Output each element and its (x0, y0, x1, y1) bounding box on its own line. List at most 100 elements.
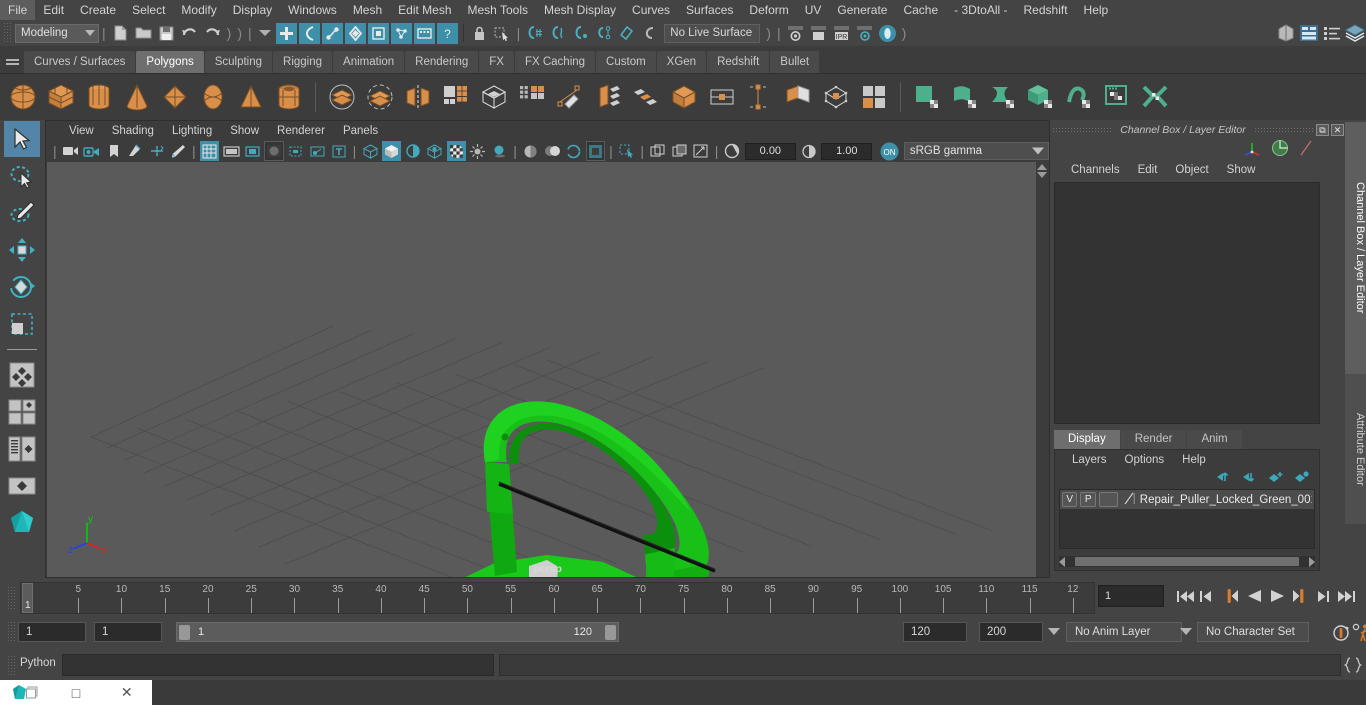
select-by-hierarchy-icon[interactable] (276, 23, 297, 44)
animation-end-time-field[interactable]: 200 (979, 622, 1043, 642)
select-mask-deformations-icon[interactable] (368, 23, 389, 44)
render-settings-icon[interactable] (854, 23, 875, 44)
hypershade-icon[interactable] (877, 23, 898, 44)
live-surface-field[interactable]: No Live Surface (664, 24, 760, 43)
shelf-tab-custom[interactable]: Custom (596, 51, 656, 73)
sphere-manipulator-icon[interactable] (1271, 139, 1289, 160)
paint-select-tool-button[interactable] (4, 195, 40, 231)
3d-viewport[interactable]: y x z persp (47, 162, 1048, 577)
minimize-button[interactable]: □ (51, 685, 102, 701)
panel-drag-grip-right[interactable] (1254, 127, 1314, 134)
bevel-icon[interactable] (629, 79, 663, 115)
viewport-menu-renderer[interactable]: Renderer (268, 125, 334, 137)
undo-icon[interactable] (179, 23, 200, 44)
select-by-object-type-icon[interactable] (299, 23, 320, 44)
menu-item-windows[interactable]: Windows (280, 0, 345, 20)
move-layer-down-icon[interactable] (1242, 471, 1257, 486)
ipr-render-icon[interactable]: IPR (831, 23, 852, 44)
smooth-shading-icon[interactable] (382, 141, 402, 161)
xray-joints-icon[interactable] (648, 141, 668, 161)
pencil-tool-icon[interactable] (168, 141, 188, 161)
smooth-tool-icon[interactable] (1062, 79, 1096, 115)
layer-editor-tab-render[interactable]: Render (1121, 430, 1187, 449)
color-management-toggle-icon[interactable]: ON (879, 141, 899, 161)
extrude-icon[interactable] (591, 79, 625, 115)
menu-item-curves[interactable]: Curves (624, 0, 678, 20)
animation-preferences-button[interactable] (1352, 623, 1366, 645)
sculpt-settings-icon[interactable] (1100, 79, 1134, 115)
toggle-model-panel-icon[interactable] (1275, 23, 1296, 44)
side-tab-attribute-editor[interactable]: Attribute Editor (1345, 374, 1366, 524)
status-line-grip[interactable] (3, 22, 12, 44)
menu-item-generate[interactable]: Generate (829, 0, 895, 20)
viewport-scrollbar[interactable] (1036, 162, 1048, 577)
polygon-cylinder-icon[interactable] (82, 79, 116, 115)
menu-item-mesh[interactable]: Mesh (345, 0, 390, 20)
toggle-attribute-editor-icon[interactable] (1298, 23, 1319, 44)
time-slider-track[interactable]: 5101520253035404550556065707580859095100… (20, 582, 1095, 614)
app-icon[interactable] (0, 684, 51, 701)
shelf-tab-rigging[interactable]: Rigging (273, 51, 332, 73)
viewport-menu-show[interactable]: Show (221, 125, 268, 137)
depth-of-field-icon[interactable] (586, 141, 606, 161)
script-editor-button[interactable] (1344, 656, 1362, 674)
viewport-menu-lighting[interactable]: Lighting (163, 125, 221, 137)
mirror-geometry-icon[interactable] (401, 79, 435, 115)
snap-to-projected-center-icon[interactable] (593, 23, 614, 44)
select-mask-rendering-icon[interactable] (414, 23, 435, 44)
film-gate-icon[interactable] (221, 141, 241, 161)
character-set-dropdown-icon[interactable] (1180, 628, 1192, 635)
playback-end-time-field[interactable]: 120 (903, 622, 967, 642)
shelf-tab-animation[interactable]: Animation (333, 51, 404, 73)
shadows-icon[interactable] (490, 141, 510, 161)
polygon-cone-icon[interactable] (120, 79, 154, 115)
channel-box-menu-channels[interactable]: Channels (1062, 164, 1129, 176)
layer-playback-toggle[interactable]: P (1080, 492, 1095, 507)
viewport-menu-panels[interactable]: Panels (334, 125, 387, 137)
menu-item-edit-mesh[interactable]: Edit Mesh (390, 0, 459, 20)
gamma-value-field[interactable]: 1.00 (821, 143, 872, 160)
exposure-control-icon[interactable] (286, 141, 306, 161)
range-end-handle[interactable] (605, 625, 616, 640)
current-frame-field[interactable]: 1 (1098, 585, 1164, 607)
layer-list[interactable]: V P Repair_Puller_Locked_Green_001_laye (1059, 489, 1315, 549)
scroll-left-arrow-icon[interactable] (1059, 557, 1065, 567)
shelf-tab-fx[interactable]: FX (479, 51, 514, 73)
menu-item-deform[interactable]: Deform (741, 0, 796, 20)
select-by-component-icon[interactable] (322, 23, 343, 44)
polygon-pyramid-icon[interactable] (234, 79, 268, 115)
camera-attributes-icon[interactable] (82, 141, 102, 161)
create-empty-layer-icon[interactable] (1268, 471, 1283, 486)
flood-tool-icon[interactable] (1138, 79, 1172, 115)
create-layer-from-selected-icon[interactable] (1294, 471, 1309, 486)
manipulator-axis-icon[interactable] (1244, 140, 1262, 159)
create-polygon-tool-icon[interactable] (553, 79, 587, 115)
polygon-pipe-icon[interactable] (272, 79, 306, 115)
textured-shading-icon[interactable] (447, 141, 467, 161)
new-scene-icon[interactable] (110, 23, 131, 44)
layer-editor-tab-anim[interactable]: Anim (1187, 430, 1241, 449)
play-forwards-button[interactable] (1267, 584, 1287, 608)
scroll-right-arrow-icon[interactable] (1309, 557, 1315, 567)
use-default-light-icon[interactable] (468, 141, 488, 161)
viewport-menu-view[interactable]: View (60, 125, 103, 137)
make-live-icon[interactable] (639, 23, 660, 44)
open-scene-icon[interactable] (133, 23, 154, 44)
step-back-frame-button[interactable] (1197, 584, 1217, 608)
multi-cut-icon[interactable] (743, 79, 777, 115)
shelf-tab-rendering[interactable]: Rendering (405, 51, 478, 73)
snap-to-grid-icon[interactable] (524, 23, 545, 44)
layer-list-horizontal-scrollbar[interactable] (1059, 556, 1315, 567)
move-layer-up-icon[interactable] (1216, 471, 1231, 486)
scale-tool-button[interactable] (4, 306, 40, 342)
layer-type-toggle[interactable] (1099, 492, 1118, 507)
step-back-key-button[interactable] (1220, 584, 1240, 608)
chevron-down-icon[interactable] (259, 30, 271, 36)
relax-tool-icon[interactable] (986, 79, 1020, 115)
render-sequence-icon[interactable] (808, 23, 829, 44)
anim-layer-field[interactable]: No Anim Layer (1066, 622, 1182, 642)
quad-view-layout-button[interactable] (4, 394, 40, 430)
grab-tool-icon[interactable] (1024, 79, 1058, 115)
menu-item-display[interactable]: Display (225, 0, 280, 20)
menu-item-create[interactable]: Create (72, 0, 124, 20)
